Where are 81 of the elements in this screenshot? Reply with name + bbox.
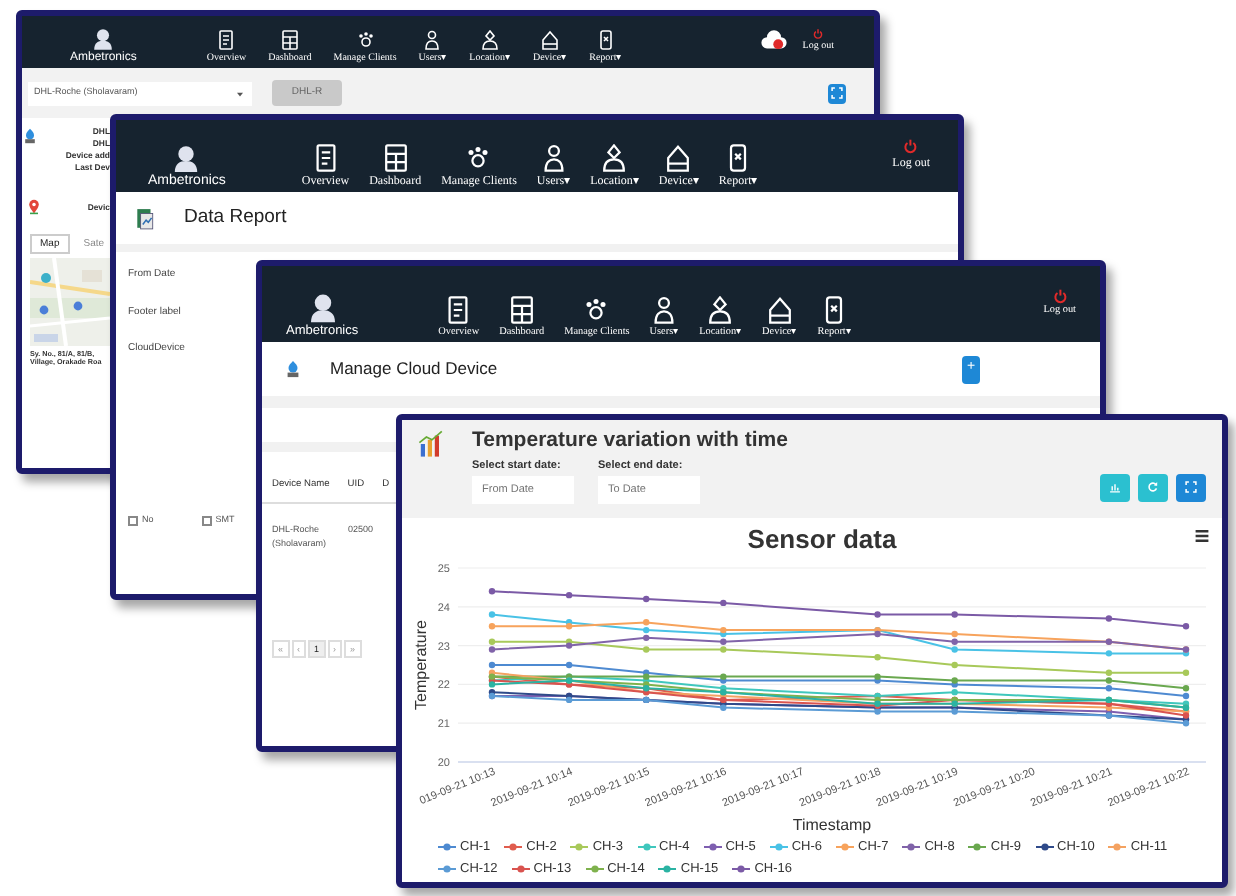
expand-icon xyxy=(830,86,844,100)
paw-icon xyxy=(464,144,493,172)
expand-icon xyxy=(1184,480,1198,495)
user-icon xyxy=(539,144,568,172)
page-title: Data Report xyxy=(184,207,287,229)
refresh-button[interactable] xyxy=(1138,473,1168,502)
point xyxy=(565,661,573,669)
point xyxy=(951,688,958,696)
power-icon xyxy=(1051,287,1069,305)
point xyxy=(643,619,650,626)
person-icon xyxy=(600,144,629,172)
house-icon xyxy=(765,295,794,324)
point xyxy=(720,599,727,607)
fullscreen-button[interactable] xyxy=(828,83,846,103)
point xyxy=(874,611,881,618)
checkbox[interactable] xyxy=(201,515,212,525)
point xyxy=(1105,677,1113,684)
point xyxy=(1105,650,1113,657)
point xyxy=(1182,685,1190,692)
point xyxy=(488,588,496,595)
report-icon xyxy=(134,205,156,231)
paw-icon xyxy=(582,295,611,324)
dashboard-icon xyxy=(279,30,300,50)
phone-icon xyxy=(595,30,616,50)
document-icon xyxy=(311,144,340,172)
chart-title: Sensor data xyxy=(747,524,897,554)
point xyxy=(643,646,650,653)
point xyxy=(488,646,496,653)
device-icon xyxy=(22,128,38,144)
power-icon xyxy=(902,138,920,156)
point xyxy=(643,634,650,642)
point xyxy=(720,638,727,645)
user-icon xyxy=(650,295,679,324)
dashboard-icon xyxy=(507,295,536,324)
document-icon xyxy=(444,295,473,324)
point xyxy=(720,646,727,653)
point xyxy=(565,591,573,599)
location-pin-icon xyxy=(26,198,42,217)
point xyxy=(1182,669,1190,676)
page-title: Manage Cloud Device xyxy=(330,359,498,379)
device-icon xyxy=(284,358,302,380)
document-icon xyxy=(216,30,237,50)
power-icon xyxy=(812,28,825,40)
point xyxy=(951,638,958,645)
caret-icon xyxy=(234,87,246,99)
point xyxy=(643,595,650,603)
point xyxy=(488,623,496,630)
point xyxy=(951,646,958,653)
menu-icon[interactable] xyxy=(1195,531,1209,541)
point xyxy=(488,661,496,669)
point xyxy=(1105,685,1113,692)
point xyxy=(951,611,958,618)
chart-icon xyxy=(418,430,446,458)
person-icon xyxy=(706,295,735,324)
house-icon xyxy=(540,30,561,50)
avatar-icon xyxy=(92,26,115,52)
avatar-icon xyxy=(307,290,338,325)
point xyxy=(1105,615,1113,622)
point xyxy=(951,661,958,669)
chart-button[interactable] xyxy=(1100,473,1130,502)
paw-icon xyxy=(355,30,376,50)
avatar-icon xyxy=(172,141,201,174)
refresh-icon xyxy=(1146,480,1160,495)
checkbox[interactable] xyxy=(128,515,138,525)
section-title: Temperature variation with time xyxy=(472,430,790,454)
point xyxy=(1182,692,1190,700)
bar-chart-icon xyxy=(1108,480,1122,495)
point xyxy=(1105,669,1113,676)
dashboard-icon xyxy=(381,144,410,172)
person-icon xyxy=(480,30,501,50)
point xyxy=(874,654,881,661)
x-axis-title: Timestamp xyxy=(792,816,872,834)
house-icon xyxy=(664,144,693,172)
y-axis-title: Temperature xyxy=(412,620,430,710)
point xyxy=(488,638,496,645)
point xyxy=(643,626,650,634)
point xyxy=(488,611,496,618)
point xyxy=(1182,623,1190,630)
point xyxy=(951,630,958,638)
fullscreen-button[interactable] xyxy=(1176,473,1206,502)
user-icon xyxy=(422,30,443,50)
